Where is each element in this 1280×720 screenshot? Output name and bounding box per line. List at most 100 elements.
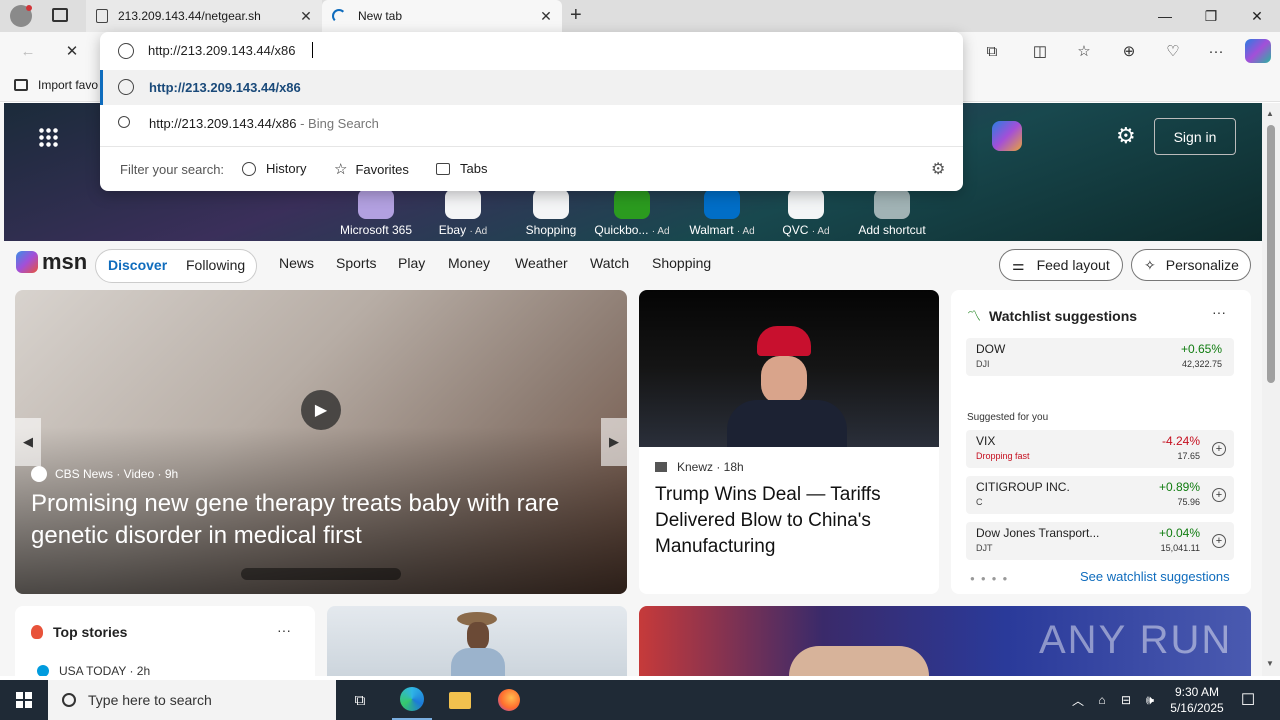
stock-row-djt[interactable]: Dow Jones Transport... DJT +0.04% 15,041… — [966, 522, 1234, 560]
new-tab-icon[interactable]: + — [570, 4, 582, 27]
walmart-icon — [704, 189, 740, 219]
next-arrow-icon[interactable]: ▶ — [601, 418, 627, 466]
scroll-down-icon[interactable]: ▼ — [1266, 659, 1274, 668]
shortcut-qvc[interactable]: QVC · Ad — [768, 189, 844, 237]
add-to-watchlist-icon[interactable]: + — [1212, 488, 1226, 502]
shortcut-microsoft365[interactable]: Microsoft 365 — [338, 189, 414, 237]
feed-layout-button[interactable]: ⚌ Feed layout — [999, 249, 1123, 281]
import-favorites-button[interactable]: Import favo — [14, 78, 98, 92]
msn-logo[interactable]: msn — [16, 249, 87, 275]
story-card[interactable]: Knewz · 18h Trump Wins Deal — Tariffs De… — [639, 290, 939, 594]
address-input[interactable]: http://213.209.143.44/x86 — [148, 43, 295, 58]
add-to-watchlist-icon[interactable]: + — [1212, 534, 1226, 548]
file-explorer-icon[interactable] — [442, 680, 478, 720]
tray-meet-icon[interactable]: ⌂ — [1092, 680, 1112, 720]
watermark: ANY RUN — [1039, 618, 1233, 662]
favorites-icon[interactable]: ☆ — [1072, 40, 1096, 62]
nav-money[interactable]: Money — [448, 255, 490, 271]
restore-icon[interactable]: ❐ — [1188, 0, 1234, 32]
apps-launcher-icon[interactable] — [38, 127, 58, 147]
see-watchlist-link[interactable]: See watchlist suggestions — [1080, 569, 1230, 584]
shortcut-quickbooks[interactable]: Quickbo... · Ad — [594, 189, 670, 237]
butterfly-icon — [16, 251, 38, 273]
top-stories-card: Top stories ··· USA TODAY · 2h — [15, 606, 315, 676]
network-icon[interactable]: ⊟ — [1116, 680, 1136, 720]
hero-story-card[interactable]: ▶ ◀ ▶ CBS News · Video · 9h Promising ne… — [15, 290, 627, 594]
page-settings-icon[interactable]: ⚙ — [1116, 123, 1136, 149]
extensions-icon[interactable]: ⧉ — [980, 40, 1004, 62]
story-headline[interactable]: Promising new gene therapy treats baby w… — [31, 488, 601, 552]
more-options-icon[interactable]: ··· — [1212, 304, 1226, 320]
address-bar-dropdown: http://213.209.143.44/x86 http://213.209… — [100, 32, 963, 191]
close-tab-icon[interactable]: ✕ — [298, 8, 314, 25]
story-headline[interactable]: Trump Wins Deal — Tariffs Delivered Blow… — [655, 482, 925, 560]
tab-discover[interactable]: Discover — [108, 257, 167, 273]
scroll-thumb[interactable] — [1267, 125, 1275, 383]
nav-watch[interactable]: Watch — [590, 255, 629, 271]
nav-sports[interactable]: Sports — [336, 255, 376, 271]
show-hidden-icons[interactable]: ︿ — [1068, 680, 1088, 720]
notifications-icon[interactable]: ☐ — [1236, 680, 1260, 720]
tab-new-tab[interactable]: New tab ✕ — [322, 0, 562, 32]
ebay-icon — [445, 189, 481, 219]
filter-favorites[interactable]: ☆ Favorites — [334, 160, 409, 178]
stock-row-vix[interactable]: VIX Dropping fast -4.24% 17.65 + — [966, 430, 1234, 468]
suggestion-bing-search[interactable]: http://213.209.143.44/x86 - Bing Search — [100, 105, 963, 142]
more-options-icon[interactable]: ··· — [1204, 40, 1228, 62]
suggestion-url[interactable]: http://213.209.143.44/x86 — [100, 70, 963, 105]
add-to-watchlist-icon[interactable]: + — [1212, 442, 1226, 456]
stock-row-citigroup[interactable]: CITIGROUP INC. C +0.89% 75.96 + — [966, 476, 1234, 514]
add-shortcut-button[interactable]: Add shortcut — [850, 189, 934, 237]
browser-essentials-icon[interactable]: ♡ — [1161, 40, 1185, 62]
stop-loading-icon[interactable]: ✕ — [60, 40, 84, 62]
collections-icon[interactable]: ⊕ — [1117, 40, 1141, 62]
windows-taskbar: Type here to search ⧉ ︿ ⌂ ⊟ 🕪 9:30 AM 5/… — [0, 680, 1280, 720]
profile-icon[interactable] — [10, 5, 32, 27]
nav-shopping[interactable]: Shopping — [652, 255, 711, 271]
copilot-icon[interactable] — [1245, 39, 1271, 63]
prev-arrow-icon[interactable]: ◀ — [15, 418, 41, 466]
play-icon[interactable]: ▶ — [301, 390, 341, 430]
scroll-up-icon[interactable]: ▲ — [1266, 109, 1274, 118]
nav-weather[interactable]: Weather — [515, 255, 568, 271]
taskbar-search-box[interactable]: Type here to search — [48, 680, 336, 720]
volume-icon[interactable]: 🕪 — [1140, 680, 1160, 720]
nav-news[interactable]: News — [279, 255, 314, 271]
task-view-icon[interactable]: ⧉ — [342, 680, 378, 720]
tab-netgear[interactable]: 213.209.143.44/netgear.sh ✕ — [86, 0, 322, 32]
story-image-card[interactable]: ANY RUN — [639, 606, 1251, 676]
tab-actions-icon[interactable] — [52, 8, 68, 22]
copilot-search-icon[interactable] — [992, 121, 1022, 151]
edge-icon[interactable] — [392, 680, 432, 720]
stock-row-dow[interactable]: DOW DJI +0.65% 42,322.75 — [966, 338, 1234, 376]
shortcut-ebay[interactable]: Ebay · Ad — [425, 189, 501, 237]
clock[interactable]: 9:30 AM 5/16/2025 — [1162, 680, 1232, 720]
shortcut-walmart[interactable]: Walmart · Ad — [684, 189, 760, 237]
flame-icon — [31, 625, 43, 639]
sign-in-button[interactable]: Sign in — [1154, 118, 1236, 155]
star-icon: ☆ — [334, 161, 348, 178]
filter-tabs[interactable]: Tabs — [436, 161, 487, 176]
tab-following[interactable]: Following — [186, 257, 245, 273]
cbs-logo-icon — [31, 466, 47, 482]
history-icon — [242, 161, 256, 176]
story-image-card[interactable] — [327, 606, 627, 676]
import-icon — [14, 79, 28, 91]
page-scrollbar[interactable]: ▲ ▼ — [1262, 103, 1280, 676]
more-options-icon[interactable]: ··· — [277, 622, 291, 638]
back-icon[interactable]: ← — [16, 40, 40, 62]
close-tab-icon[interactable]: ✕ — [538, 8, 554, 25]
settings-icon[interactable]: ⚙ — [931, 159, 945, 179]
start-button[interactable] — [0, 680, 48, 720]
filter-history[interactable]: History — [242, 161, 306, 176]
nav-play[interactable]: Play — [398, 255, 425, 271]
minimize-icon[interactable]: — — [1142, 0, 1188, 32]
split-screen-icon[interactable]: ◫ — [1028, 40, 1052, 62]
address-input-row[interactable]: http://213.209.143.44/x86 — [100, 32, 963, 70]
firefox-icon[interactable] — [490, 680, 528, 720]
carousel-dots — [241, 568, 401, 580]
shortcut-shopping[interactable]: Shopping — [513, 189, 589, 237]
search-icon — [118, 116, 130, 128]
personalize-button[interactable]: ✧ Personalize — [1131, 249, 1251, 281]
close-window-icon[interactable]: ✕ — [1234, 0, 1280, 32]
